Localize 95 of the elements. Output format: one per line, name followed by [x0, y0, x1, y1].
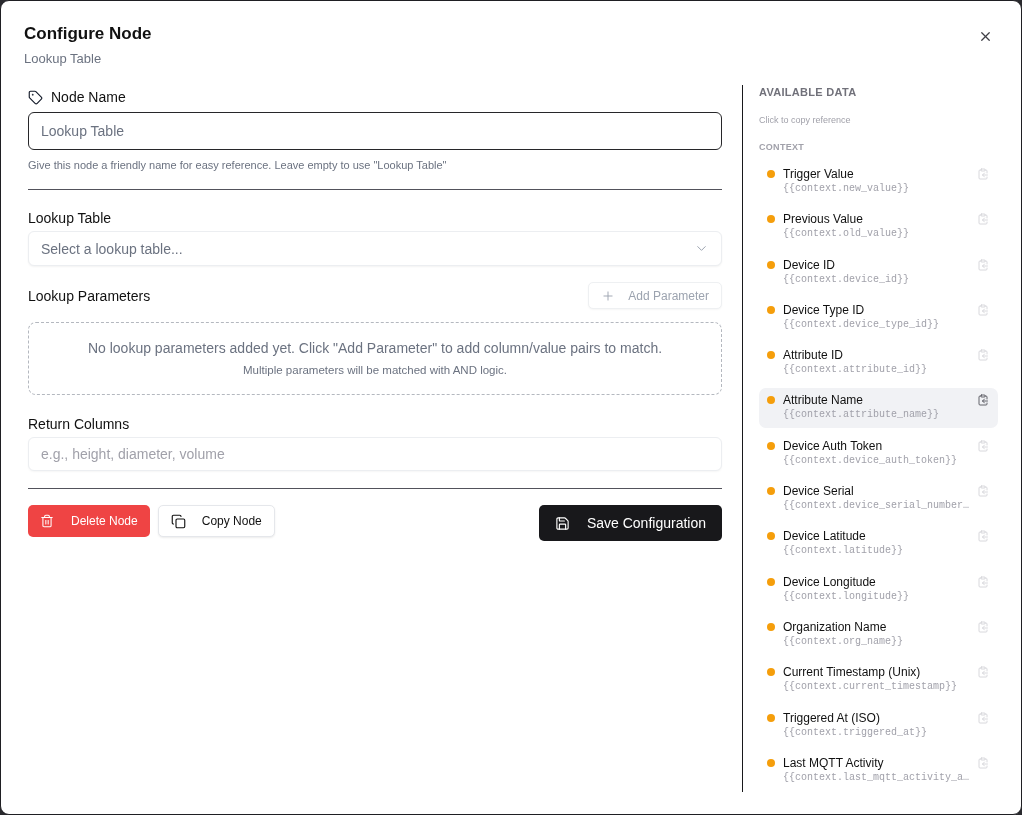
close-button[interactable]: [978, 29, 993, 44]
data-reference-item[interactable]: Device Serial {{context.device_serial_number…: [759, 479, 998, 520]
empty-hint: Multiple parameters will be matched with AND logic.: [243, 363, 507, 377]
reference-code: {{context.triggered_at}}: [783, 725, 929, 740]
clipboard-icon[interactable]: [977, 349, 989, 362]
reference-code: {{context.latitude}}: [783, 544, 905, 559]
status-dot-icon: [767, 170, 775, 178]
data-reference-item[interactable]: Current Timestamp (Unix) {{context.current_timestamp}}: [759, 660, 998, 701]
clipboard-icon[interactable]: [977, 258, 989, 271]
reference-code: {{context.last_mqtt_activity_a…: [783, 770, 971, 785]
reference-label: Last MQTT Activity: [783, 754, 885, 771]
reference-label: Triggered At (ISO): [783, 709, 881, 726]
panel-hint: Click to copy reference: [759, 114, 852, 126]
data-reference-item[interactable]: Trigger Value {{context.new_value}}: [759, 162, 998, 202]
lookup-table-select[interactable]: Select a lookup table...: [28, 231, 722, 266]
data-reference-item[interactable]: Device Latitude {{context.latitude}}: [759, 524, 998, 565]
group-title: CONTEXT: [759, 141, 806, 153]
data-reference-item[interactable]: Triggered At (ISO) {{context.triggered_at}}: [759, 705, 998, 746]
reference-code: {{context.device_type_id}}: [783, 317, 941, 332]
status-dot-icon: [767, 396, 775, 405]
dialog-title: Configure Node: [24, 23, 152, 45]
save-icon: [554, 515, 570, 531]
reference-label: Trigger Value: [783, 166, 855, 182]
data-reference-item[interactable]: Device ID {{context.device_id}}: [759, 252, 998, 293]
clipboard-icon[interactable]: [977, 168, 989, 180]
clipboard-icon[interactable]: [977, 213, 989, 226]
reference-label: Device Auth Token: [783, 437, 884, 454]
reference-code: {{context.attribute_name}}: [783, 408, 941, 423]
copy-node-button[interactable]: Copy Node: [157, 505, 275, 537]
reference-code: {{context.old_value}}: [783, 227, 911, 242]
reference-label: Device Type ID: [783, 301, 866, 318]
reference-code: {{context.attribute_id}}: [783, 363, 929, 378]
clipboard-icon[interactable]: [977, 485, 989, 498]
data-reference-item[interactable]: Attribute Name {{context.attribute_name}}: [759, 388, 998, 429]
panel-title: AVAILABLE DATA: [759, 85, 858, 99]
status-dot-icon: [767, 305, 775, 314]
field-label: Lookup Parameters: [28, 286, 151, 306]
status-dot-icon: [767, 668, 775, 677]
clipboard-icon[interactable]: [977, 711, 989, 724]
reference-code: {{context.new_value}}: [783, 182, 911, 196]
status-dot-icon: [767, 215, 775, 224]
status-dot-icon: [767, 758, 775, 767]
clipboard-icon[interactable]: [977, 394, 989, 407]
reference-code: {{context.org_name}}: [783, 634, 905, 649]
reference-code: {{context.device_serial_number…: [783, 499, 971, 514]
delete-node-button[interactable]: Delete Node: [28, 505, 150, 537]
status-dot-icon: [767, 713, 775, 722]
field-label: Node Name: [51, 88, 126, 107]
reference-code: {{context.current_timestamp}}: [783, 680, 959, 695]
status-dot-icon: [767, 532, 775, 541]
tag-icon: [28, 89, 43, 105]
status-dot-icon: [767, 622, 775, 631]
reference-code: {{context.device_auth_token}}: [783, 453, 959, 468]
status-dot-icon: [767, 577, 775, 586]
clipboard-icon[interactable]: [977, 439, 989, 452]
clipboard-icon[interactable]: [977, 756, 989, 769]
status-dot-icon: [767, 487, 775, 496]
reference-label: Device Serial: [783, 483, 855, 500]
status-dot-icon: [767, 441, 775, 450]
reference-label: Current Timestamp (Unix): [783, 664, 922, 681]
reference-label: Device Latitude: [783, 528, 867, 545]
clipboard-icon[interactable]: [977, 530, 989, 543]
copy-icon: [170, 513, 186, 529]
reference-label: Device ID: [783, 256, 836, 273]
node-name-input[interactable]: Lookup Table: [28, 112, 722, 150]
reference-label: Attribute ID: [783, 347, 845, 364]
status-dot-icon: [767, 351, 775, 360]
data-reference-item[interactable]: Device Longitude {{context.longitude}}: [759, 569, 998, 610]
data-reference-item[interactable]: Organization Name {{context.org_name}}: [759, 614, 998, 655]
dialog-subtitle: Lookup Table: [24, 50, 103, 68]
empty-message: No lookup parameters added yet. Click "Add Parameter" to add column/value pairs to match.: [87, 340, 663, 357]
reference-code: {{context.longitude}}: [783, 589, 911, 604]
reference-label: Organization Name: [783, 618, 888, 635]
close-icon: [978, 29, 993, 44]
clipboard-icon[interactable]: [977, 575, 989, 588]
data-reference-item[interactable]: Device Auth Token {{context.device_auth_token}}: [759, 433, 998, 474]
reference-label: Attribute Name: [783, 392, 865, 409]
trash-icon: [40, 514, 54, 528]
save-configuration-button[interactable]: Save Configuration: [538, 505, 722, 541]
reference-label: Device Longitude: [783, 573, 877, 590]
help-text: Give this node a friendly name for easy reference. Leave empty to use "Lookup Table": [28, 158, 448, 172]
reference-code: {{context.device_id}}: [783, 272, 911, 287]
field-label: Return Columns: [28, 415, 130, 434]
data-reference-item[interactable]: Last MQTT Activity {{context.last_mqtt_activity_a…: [759, 750, 998, 791]
return-columns-input[interactable]: e.g., height, diameter, volume: [28, 437, 722, 471]
clipboard-icon[interactable]: [977, 666, 989, 679]
data-reference-item[interactable]: Attribute ID {{context.attribute_id}}: [759, 343, 998, 384]
reference-label: Previous Value: [783, 211, 864, 228]
plus-icon: [601, 288, 616, 303]
data-reference-item[interactable]: Previous Value {{context.old_value}}: [759, 207, 998, 248]
clipboard-icon[interactable]: [977, 620, 989, 633]
clipboard-icon[interactable]: [977, 303, 989, 316]
field-label: Lookup Table: [28, 209, 112, 228]
status-dot-icon: [767, 260, 775, 269]
data-reference-item[interactable]: Device Type ID {{context.device_type_id}}: [759, 297, 998, 338]
